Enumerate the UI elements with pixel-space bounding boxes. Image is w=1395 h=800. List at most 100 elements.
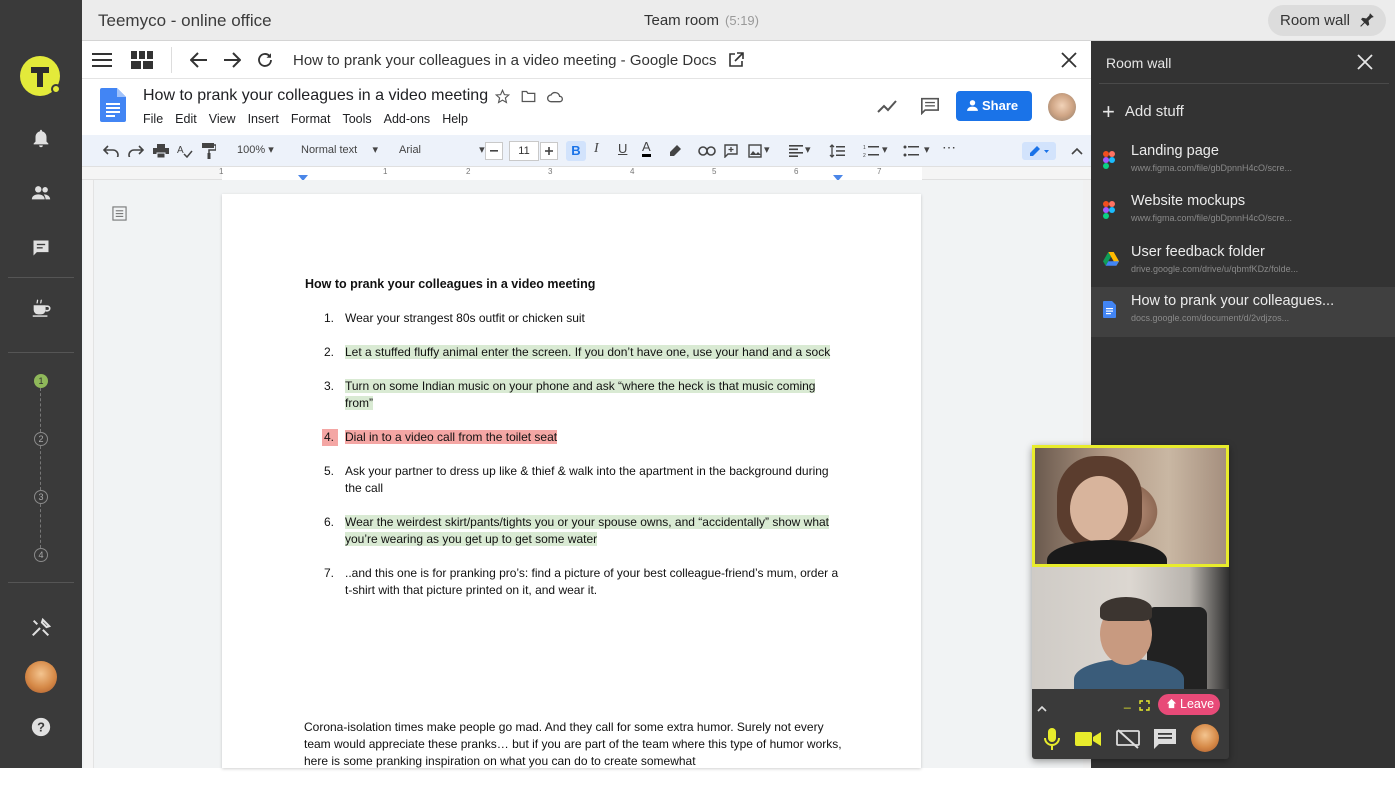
paint-format-icon[interactable] — [200, 142, 218, 160]
underline-button[interactable]: U — [618, 141, 627, 156]
increase-font-size-button[interactable] — [540, 142, 558, 160]
self-avatar[interactable] — [1191, 724, 1219, 752]
screen-share-off-icon[interactable] — [1115, 726, 1141, 752]
participant-video-1[interactable] — [1032, 445, 1229, 567]
move-folder-icon[interactable] — [521, 90, 536, 108]
coffee-icon[interactable] — [28, 295, 54, 321]
step-4[interactable]: 4 — [34, 548, 48, 562]
menu-tools[interactable]: Tools — [342, 112, 371, 126]
document-title[interactable]: How to prank your colleagues in a video … — [143, 87, 488, 105]
room-wall-button[interactable]: Room wall — [1268, 5, 1386, 36]
hamburger-menu-icon[interactable] — [91, 49, 113, 71]
step-2[interactable]: 2 — [34, 432, 48, 446]
room-wall-item-url: www.figma.com/file/gbDpnnH4cO/scre... — [1131, 213, 1293, 223]
figma-icon — [1103, 201, 1117, 219]
help-icon[interactable]: ? — [28, 714, 54, 740]
redo-icon[interactable] — [127, 142, 145, 160]
google-docs-logo-icon[interactable] — [100, 88, 126, 122]
room-wall-item-website-mockups[interactable]: Website mockups www.figma.com/file/gbDpn… — [1091, 187, 1395, 237]
collapse-menu-icon[interactable] — [1068, 142, 1086, 160]
chat-icon[interactable] — [28, 235, 54, 261]
home-icon — [1166, 698, 1177, 712]
room-wall-item-user-feedback-folder[interactable]: User feedback folder drive.google.com/dr… — [1091, 238, 1395, 288]
tools-icon[interactable] — [28, 615, 54, 641]
participant-video-2[interactable] — [1032, 567, 1229, 689]
menu-view[interactable]: View — [209, 112, 236, 126]
insert-image-icon[interactable] — [746, 142, 764, 160]
menu-insert[interactable]: Insert — [248, 112, 279, 126]
highlight-pen-icon[interactable] — [666, 142, 684, 160]
docs-toolbar: A 100% ▾ Normal text ▾ Arial ▾ 11 B I U … — [82, 135, 1091, 167]
step-1[interactable]: 1 — [34, 374, 48, 388]
minimize-video-icon[interactable]: _ — [1124, 695, 1131, 709]
link-icon[interactable] — [698, 142, 716, 160]
more-options-icon[interactable]: ⋯ — [942, 139, 956, 156]
page-url-title: How to prank your colleagues in a video … — [293, 52, 717, 69]
menu-add-ons[interactable]: Add-ons — [384, 112, 431, 126]
microphone-icon[interactable] — [1039, 726, 1065, 752]
font-size-input[interactable]: 11 — [509, 141, 539, 161]
people-icon[interactable] — [28, 180, 54, 206]
star-icon[interactable] — [494, 88, 511, 109]
bell-icon[interactable] — [28, 125, 54, 151]
fullscreen-icon[interactable] — [1139, 698, 1150, 716]
font-select[interactable]: Arial ▾ — [399, 143, 485, 156]
zoom-select[interactable]: 100% ▾ — [237, 143, 274, 156]
add-stuff-button[interactable]: + Add stuff — [1102, 99, 1184, 125]
bulleted-list-icon[interactable] — [902, 142, 920, 160]
room-wall-button-label: Room wall — [1280, 12, 1351, 29]
text-color-button[interactable]: A — [642, 140, 651, 157]
italic-button[interactable]: I — [594, 141, 599, 157]
style-select[interactable]: Normal text ▾ — [301, 143, 378, 156]
expand-up-icon[interactable] — [1037, 699, 1047, 717]
camera-icon[interactable] — [1075, 726, 1101, 752]
editing-mode-pencil-icon[interactable] — [1022, 142, 1056, 160]
menu-format[interactable]: Format — [291, 112, 331, 126]
list-item-text: Turn on some Indian music on your phone … — [345, 379, 816, 410]
menu-help[interactable]: Help — [442, 112, 468, 126]
align-left-icon[interactable] — [787, 142, 805, 160]
menu-file[interactable]: File — [143, 112, 163, 126]
room-wall-item-landing-page[interactable]: Landing page www.figma.com/file/gbDpnnH4… — [1091, 137, 1395, 187]
align-options-caret[interactable]: ▾ — [805, 143, 811, 156]
room-wall-item-prank-doc[interactable]: How to prank your colleagues... docs.goo… — [1091, 287, 1395, 337]
app-title: Teemyco - online office — [98, 11, 272, 30]
back-arrow-icon[interactable] — [188, 49, 210, 71]
user-avatar[interactable] — [25, 661, 57, 693]
image-options-caret[interactable]: ▾ — [764, 143, 770, 156]
close-tab-icon[interactable] — [1058, 49, 1080, 71]
step-3[interactable]: 3 — [34, 490, 48, 504]
print-icon[interactable] — [152, 142, 170, 160]
list-number: 5. — [324, 464, 335, 478]
close-room-wall-icon[interactable] — [1357, 54, 1373, 75]
svg-text:1: 1 — [863, 145, 866, 151]
leave-button[interactable]: Leave — [1158, 694, 1220, 715]
teemyco-logo-icon[interactable] — [20, 56, 61, 96]
activity-trend-icon[interactable] — [877, 99, 897, 118]
participant-face — [1070, 476, 1128, 542]
reload-icon[interactable] — [254, 49, 276, 71]
layout-grid-icon[interactable] — [131, 49, 153, 71]
spellcheck-icon[interactable]: A — [176, 142, 194, 160]
menu-edit[interactable]: Edit — [175, 112, 197, 126]
numbered-list-caret[interactable]: ▾ — [882, 143, 888, 156]
comments-icon[interactable] — [920, 97, 940, 120]
svg-text:A: A — [177, 145, 184, 156]
bold-button[interactable]: B — [566, 141, 586, 161]
chat-bubble-icon[interactable] — [1152, 726, 1178, 752]
document-page[interactable]: How to prank your colleagues in a video … — [222, 194, 921, 768]
undo-icon[interactable] — [102, 142, 120, 160]
numbered-list-icon[interactable]: 12 — [862, 142, 880, 160]
share-button[interactable]: Share — [956, 91, 1032, 121]
forward-arrow-icon[interactable] — [221, 49, 243, 71]
line-spacing-icon[interactable] — [828, 142, 846, 160]
open-external-icon[interactable] — [725, 49, 747, 71]
add-comment-icon[interactable] — [722, 142, 740, 160]
document-outline-icon[interactable] — [112, 206, 127, 226]
decrease-font-size-button[interactable] — [485, 142, 503, 160]
room-wall-divider — [1099, 83, 1389, 84]
bulleted-list-caret[interactable]: ▾ — [924, 143, 930, 156]
list-number: 1. — [324, 311, 335, 325]
ruler-number: 2 — [466, 167, 471, 176]
account-avatar[interactable] — [1048, 93, 1076, 121]
